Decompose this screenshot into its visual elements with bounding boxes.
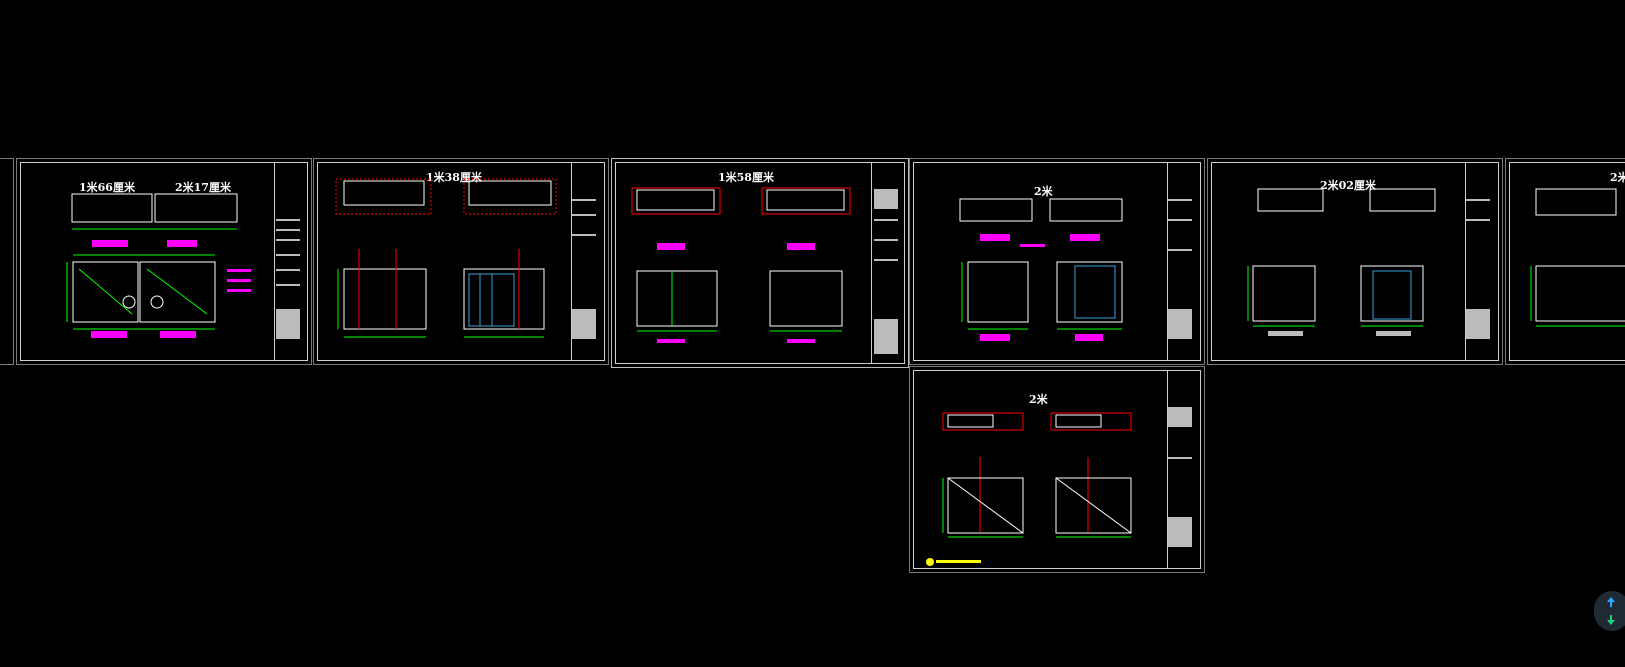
arrow-up-icon[interactable] <box>1603 594 1619 610</box>
elevation-drawing <box>335 178 596 339</box>
title-block <box>0 162 10 361</box>
drawing-sheet-3[interactable]: 1米58厘米 <box>611 158 909 368</box>
drawing-sheet-4[interactable]: 2米 <box>909 158 1205 365</box>
drawing-sheet-2[interactable]: 1米38厘米 <box>313 158 609 365</box>
elevation-drawing <box>1530 188 1625 327</box>
arrow-down-icon[interactable] <box>1603 612 1619 628</box>
drawing-sheet-5[interactable]: 2米02厘米 <box>1207 158 1503 365</box>
drawing-sheet-1[interactable]: 1米66厘米 2米17厘米 <box>16 158 312 365</box>
elevation-drawing <box>959 198 1192 341</box>
drawing-sheet-partial-left[interactable] <box>0 158 14 365</box>
elevation-drawing <box>631 187 898 354</box>
cad-viewport[interactable]: 1米66厘米 2米17厘米 1米38厘米 1米58厘米 2米 2米02厘米 2米… <box>0 0 1625 667</box>
elevation-drawing <box>1247 188 1490 339</box>
elevation-drawing <box>66 193 300 339</box>
drawing-sheet-7[interactable]: 2米 <box>909 366 1205 573</box>
drawing-sheet-6-partial[interactable]: 2米 <box>1505 158 1625 365</box>
scroll-nav <box>1594 591 1625 631</box>
elevation-drawing <box>926 407 1192 566</box>
